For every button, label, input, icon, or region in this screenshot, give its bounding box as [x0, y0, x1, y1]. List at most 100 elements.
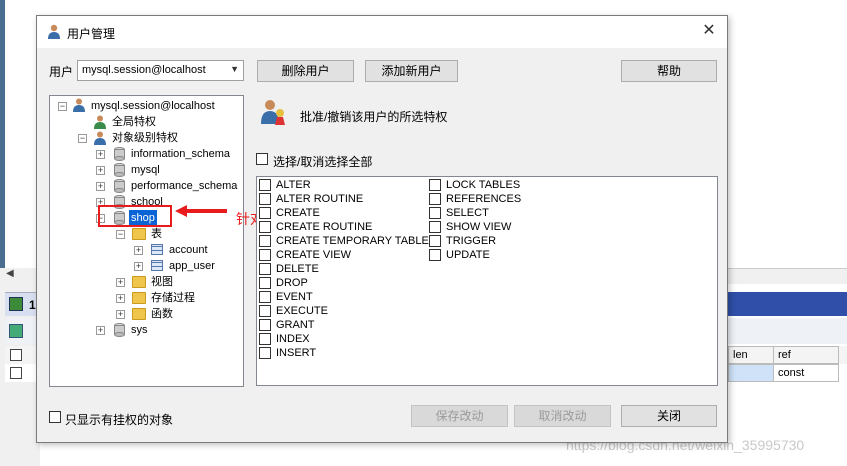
help-button[interactable]: 帮助 [621, 60, 717, 82]
dialog-title: 用户管理 [67, 27, 116, 41]
select-all-label: 选择/取消选择全部 [273, 155, 373, 169]
privilege-checkbox[interactable] [429, 221, 441, 233]
privilege-label: ALTER [276, 179, 311, 191]
privilege-label: EVENT [276, 291, 313, 303]
privilege-checkbox[interactable] [259, 249, 271, 261]
table-icon [151, 260, 163, 271]
table-icon [151, 244, 163, 255]
expand-icon[interactable]: + [96, 182, 105, 191]
grid-cell[interactable]: const [773, 364, 839, 382]
close-icon[interactable]: ✕ [699, 21, 719, 41]
tree-label: 函数 [151, 308, 173, 320]
tree-label: 视图 [151, 276, 173, 288]
privilege-tree[interactable]: − mysql.session@localhost 全局特权 − 对象级别特权 … [49, 95, 244, 387]
privilege-label: GRANT [276, 319, 315, 331]
grid-cell[interactable] [728, 364, 774, 382]
grid-toolbar-icon[interactable] [9, 324, 23, 338]
privilege-label: TRIGGER [446, 235, 497, 247]
privilege-label: CREATE [276, 207, 320, 219]
privilege-checkbox[interactable] [259, 347, 271, 359]
folder-icon [132, 292, 146, 304]
result-tab-label[interactable]: 1 [29, 298, 36, 312]
expand-icon[interactable]: + [96, 150, 105, 159]
select-all-checkbox[interactable] [256, 153, 268, 165]
database-icon [114, 179, 125, 193]
object-user-icon [94, 131, 106, 145]
database-icon [114, 323, 125, 337]
privilege-label: CREATE VIEW [276, 249, 351, 261]
delete-user-button[interactable]: 删除用户 [257, 60, 354, 82]
user-label: 用户 [49, 65, 74, 79]
privilege-checkbox[interactable] [259, 221, 271, 233]
privilege-label: INSERT [276, 347, 317, 359]
privilege-checkbox[interactable] [429, 179, 441, 191]
expand-icon[interactable]: + [96, 166, 105, 175]
privilege-label: SHOW VIEW [446, 221, 512, 233]
tree-label: 存储过程 [151, 292, 195, 304]
privilege-checkbox[interactable] [259, 263, 271, 275]
expand-icon[interactable]: + [134, 246, 143, 255]
horizontal-scrollbar[interactable] [728, 268, 847, 284]
result-tab-icon [9, 297, 23, 311]
folder-icon [132, 276, 146, 288]
grant-users-icon [261, 100, 285, 125]
save-button[interactable]: 保存改动 [411, 405, 508, 427]
user-manager-dialog: 用户管理 ✕ 用户 mysql.session@localhost ▼ 删除用户… [36, 15, 728, 443]
tree-label: 表 [151, 228, 162, 240]
expand-icon[interactable]: + [116, 310, 125, 319]
privilege-label: INDEX [276, 333, 310, 345]
annotation-arrow-icon [175, 205, 227, 217]
collapse-icon[interactable]: − [78, 134, 87, 143]
expand-icon[interactable]: + [116, 278, 125, 287]
close-button[interactable]: 关闭 [621, 405, 717, 427]
chevron-down-icon: ▼ [230, 64, 239, 74]
collapse-icon[interactable]: − [116, 230, 125, 239]
expand-icon[interactable]: + [96, 326, 105, 335]
grid-row-checkbox[interactable] [10, 367, 22, 379]
privilege-checkbox[interactable] [259, 207, 271, 219]
privilege-checkbox[interactable] [259, 291, 271, 303]
collapse-icon[interactable]: − [58, 102, 67, 111]
expand-icon[interactable]: + [116, 294, 125, 303]
privilege-label: CREATE TEMPORARY TABLES [276, 235, 437, 247]
tree-label: performance_schema [131, 180, 238, 192]
tree-label: app_user [169, 260, 215, 272]
privilege-checkbox[interactable] [259, 193, 271, 205]
privilege-label: SELECT [446, 207, 489, 219]
expand-icon[interactable]: + [134, 262, 143, 271]
only-show-checkbox[interactable] [49, 411, 61, 423]
privilege-label: CREATE ROUTINE [276, 221, 373, 233]
tree-label: mysql.session@localhost [91, 100, 215, 112]
user-select[interactable]: mysql.session@localhost ▼ [77, 60, 244, 81]
privilege-checkbox[interactable] [259, 305, 271, 317]
privilege-checkbox[interactable] [259, 319, 271, 331]
privilege-checkbox[interactable] [259, 277, 271, 289]
tree-label: account [169, 244, 208, 256]
background-header-band [728, 292, 847, 316]
privilege-checkbox[interactable] [259, 235, 271, 247]
privilege-checkbox[interactable] [429, 193, 441, 205]
tree-label: information_schema [131, 148, 231, 160]
privilege-label: EXECUTE [276, 305, 328, 317]
add-user-button[interactable]: 添加新用户 [365, 60, 458, 82]
privilege-label: DROP [276, 277, 308, 289]
privilege-checkbox[interactable] [429, 249, 441, 261]
tree-label: mysql [131, 164, 160, 176]
cancel-button[interactable]: 取消改动 [514, 405, 611, 427]
scroll-left-arrow-icon[interactable]: ◀ [6, 268, 18, 282]
tree-label: 全局特权 [112, 116, 156, 128]
grid-header-checkbox[interactable] [10, 349, 22, 361]
privilege-checkbox[interactable] [429, 235, 441, 247]
privilege-checkbox[interactable] [429, 207, 441, 219]
globe-user-icon [94, 115, 106, 129]
grant-title: 批准/撤销该用户的所选特权 [300, 110, 448, 124]
grid-header-cell[interactable]: len [728, 346, 774, 364]
privilege-label: UPDATE [446, 249, 490, 261]
annotation-highlight-box [98, 205, 172, 227]
database-icon [114, 163, 125, 177]
privilege-label: REFERENCES [446, 193, 522, 205]
privilege-checkbox[interactable] [259, 333, 271, 345]
privilege-checkbox[interactable] [259, 179, 271, 191]
user-icon [48, 24, 60, 39]
grid-header-cell[interactable]: ref [773, 346, 839, 364]
